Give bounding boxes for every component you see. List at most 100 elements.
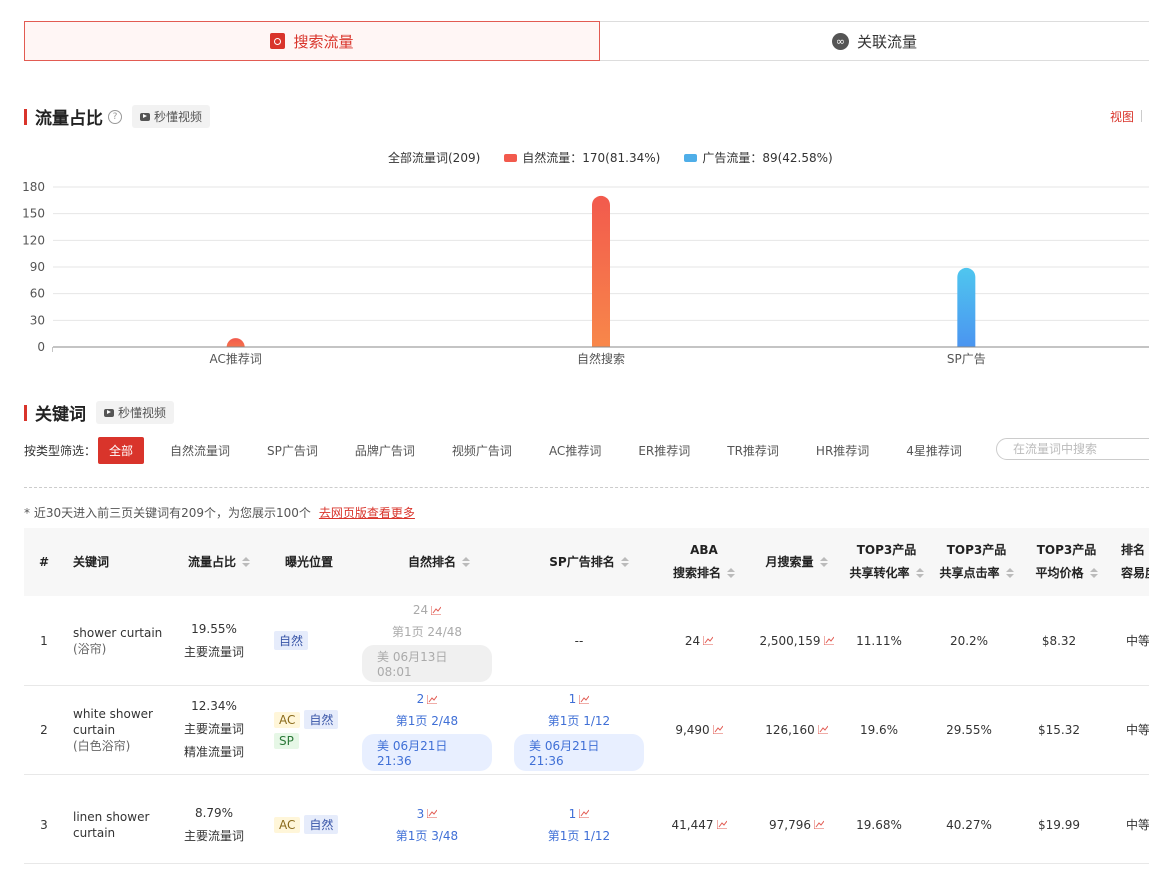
conversion-cell: 19.6% <box>859 722 899 737</box>
conversion-cell: 11.11% <box>856 633 902 648</box>
trend-chart-icon[interactable] <box>579 694 590 704</box>
col-header-monthly[interactable]: 月搜索量 <box>754 528 839 596</box>
legend-label: 广告流量：89(42.58%) <box>702 151 833 165</box>
col-header-share[interactable]: 流量占比 <box>174 528 264 596</box>
y-tick-label: 30 <box>30 313 45 327</box>
tag-natural: 自然 <box>274 631 309 650</box>
sort-icon[interactable] <box>915 568 924 579</box>
trend-chart-icon[interactable] <box>817 725 828 734</box>
legend-item-natural[interactable]: 自然流量：170(81.34%) <box>504 149 660 166</box>
exposure-cell: AC 自然 SP <box>272 685 352 774</box>
trend-chart-icon[interactable] <box>427 809 438 818</box>
filter-chip-ac[interactable]: AC推荐词 <box>538 437 612 464</box>
table-row[interactable]: 1 shower curtain (浴帘) 19.55% 主要流量词 自然 24… <box>24 596 1149 686</box>
legend-item-all[interactable]: 全部流量词(209) <box>388 149 480 166</box>
keyword-text[interactable]: curtain <box>73 825 115 841</box>
filter-chip-hr[interactable]: HR推荐词 <box>805 437 880 464</box>
keyword-text[interactable]: shower curtain <box>73 625 162 641</box>
sort-icon[interactable] <box>727 568 735 579</box>
rank-time: 美 06月21日 21:36 <box>362 734 492 771</box>
trend-chart-icon[interactable] <box>823 636 834 645</box>
section-accent-bar <box>24 404 27 421</box>
filter-label: 按类型筛选： <box>24 444 97 458</box>
keyword-note: * 近30天进入前三页关键词有209个，为您展示100个 去网页版查看更多 <box>24 504 415 521</box>
keyword-translation: (浴帘) <box>73 641 107 656</box>
filter-chip-natural[interactable]: 自然流量词 <box>159 437 241 464</box>
trend-chart-icon[interactable] <box>814 820 824 829</box>
tag-natural: 自然 <box>304 710 339 729</box>
aba-cell: 41,447 <box>664 780 734 869</box>
table-row[interactable]: 2 white shower curtain (白色浴帘) 12.34% 主要流… <box>24 685 1149 775</box>
x-tick-label: 自然搜索 <box>577 351 625 366</box>
rank-value[interactable]: 2 <box>417 688 438 710</box>
keyword-search-input[interactable] <box>996 438 1149 460</box>
share-cell: 12.34% 主要流量词 精准流量词 <box>174 685 254 774</box>
tab-label: 搜索流量 <box>293 32 354 51</box>
rank-value[interactable]: 24 <box>413 599 442 621</box>
sort-icon[interactable] <box>620 556 629 568</box>
divider <box>1141 110 1142 122</box>
video-button[interactable]: 秒懂视频 <box>132 105 211 128</box>
col-header-conversion[interactable]: TOP3产品 共享转化率 <box>844 528 929 596</box>
filter-chip-sp[interactable]: SP广告词 <box>256 437 329 464</box>
trend-chart-icon[interactable] <box>716 820 727 829</box>
col-header-aba[interactable]: ABA 搜索排名 <box>664 528 744 596</box>
share-type: 精准流量词 <box>183 745 244 759</box>
bar-natural[interactable] <box>592 195 610 356</box>
sp-rank-cell: 1 第1页 1/12 美 06月21日 21:36 <box>514 685 644 774</box>
help-icon[interactable]: ? <box>108 109 122 124</box>
filter-chip-brand[interactable]: 品牌广告词 <box>344 437 426 464</box>
row-index: 1 <box>40 633 48 648</box>
video-label: 秒懂视频 <box>154 110 203 124</box>
sp-rank-cell: -- <box>574 633 584 648</box>
traffic-bar-chart: 0 30 60 90 120 150 180 AC推荐词 自然搜索 SP广告 <box>22 180 1149 366</box>
monthly-cell: 126,160 <box>749 685 844 774</box>
tab-related-traffic[interactable]: ∞ 关联流量 <box>600 21 1149 61</box>
filter-chip-er[interactable]: ER推荐词 <box>627 437 701 464</box>
trend-chart-icon[interactable] <box>431 605 442 615</box>
difficulty-cell: 中等 <box>1126 634 1149 648</box>
traffic-tabs: 搜索流量 ∞ 关联流量 <box>24 21 1149 62</box>
difficulty-cell: 中等 <box>1126 723 1149 737</box>
keyword-text[interactable]: white shower <box>73 706 153 722</box>
filter-chip-all[interactable]: 全部 <box>98 437 145 464</box>
web-version-link[interactable]: 去网页版查看更多 <box>319 506 415 520</box>
col-header-price[interactable]: TOP3产品 平均价格 <box>1024 528 1109 596</box>
col-header-natural-rank[interactable]: 自然排名 <box>374 528 504 596</box>
filter-chip-tr[interactable]: TR推荐词 <box>716 437 790 464</box>
col-header-ctr[interactable]: TOP3产品 共享点击率 <box>934 528 1019 596</box>
video-button[interactable]: 秒懂视频 <box>96 401 175 424</box>
aba-cell: 24 <box>664 596 734 685</box>
legend-item-ad[interactable]: 广告流量：89(42.58%) <box>684 149 833 166</box>
sort-icon[interactable] <box>242 556 250 568</box>
filter-chip-4star[interactable]: 4星推荐词 <box>895 437 973 464</box>
bar-ad[interactable] <box>957 267 976 356</box>
col-header-sp-rank[interactable]: SP广告排名 <box>524 528 654 596</box>
section-accent-bar <box>24 108 27 125</box>
sort-icon[interactable] <box>1005 568 1014 579</box>
rank-value[interactable]: 3 <box>417 803 438 825</box>
trend-chart-icon[interactable] <box>427 694 438 704</box>
sort-icon[interactable] <box>462 556 470 568</box>
video-label: 秒懂视频 <box>118 406 167 420</box>
trend-chart-icon[interactable] <box>579 809 590 818</box>
filter-chip-video[interactable]: 视频广告词 <box>441 437 523 464</box>
view-toggle-link[interactable]: 视图 <box>1110 108 1134 125</box>
trend-chart-icon[interactable] <box>703 636 714 645</box>
keyword-translation: (白色浴帘) <box>73 738 131 753</box>
rank-value[interactable]: 1 <box>569 803 590 825</box>
trend-chart-icon[interactable] <box>712 725 723 734</box>
tab-search-traffic[interactable]: 搜索流量 <box>24 21 600 61</box>
keyword-text[interactable]: curtain <box>73 722 115 738</box>
legend-swatch <box>684 153 698 162</box>
tag-ac: AC <box>274 712 301 728</box>
section-title: 流量占比 <box>35 109 103 129</box>
table-row[interactable]: 3 linen shower curtain 8.79% 主要流量词 AC 自然 … <box>24 774 1149 864</box>
note-text: * 近30天进入前三页关键词有209个，为您展示100个 <box>24 506 311 520</box>
keyword-text[interactable]: linen shower <box>73 809 149 825</box>
sort-icon[interactable] <box>1089 568 1098 579</box>
sort-icon[interactable] <box>819 556 828 568</box>
rank-value[interactable]: 1 <box>569 688 590 710</box>
section-title: 关键词 <box>35 405 86 425</box>
keyword-cell: white shower curtain (白色浴帘) <box>73 685 183 774</box>
